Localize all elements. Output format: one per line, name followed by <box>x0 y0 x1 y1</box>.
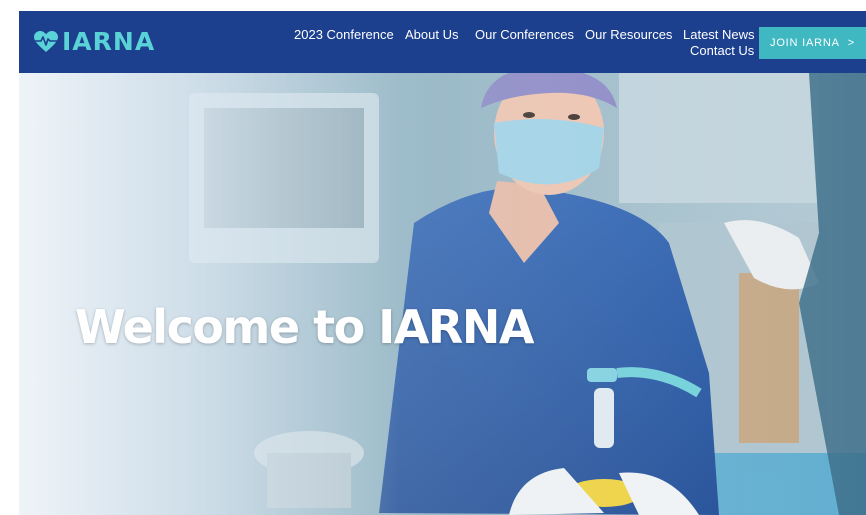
nav-item-2023-conference[interactable]: 2023 Conference <box>294 27 394 43</box>
hero-title: Welcome to IARNA <box>75 300 534 354</box>
nav-item-our-resources[interactable]: Our Resources <box>585 27 672 43</box>
site-header: IARNA 2023 Conference About Us Our Confe… <box>19 11 866 73</box>
page: IARNA 2023 Conference About Us Our Confe… <box>0 0 866 515</box>
join-iarna-button[interactable]: JOIN IARNA > <box>759 27 866 59</box>
main-nav: 2023 Conference About Us Our Conferences… <box>19 27 866 67</box>
hero-photo <box>19 73 866 515</box>
nav-item-our-conferences[interactable]: Our Conferences <box>475 27 574 43</box>
hero-banner: Welcome to IARNA <box>19 73 866 515</box>
nav-item-about-us[interactable]: About Us <box>405 27 458 43</box>
chevron-right-icon: > <box>847 37 855 49</box>
nav-item-contact-us[interactable]: Contact Us <box>690 43 754 59</box>
join-iarna-label: JOIN IARNA <box>770 37 840 49</box>
nav-item-latest-news[interactable]: Latest News <box>683 27 755 43</box>
